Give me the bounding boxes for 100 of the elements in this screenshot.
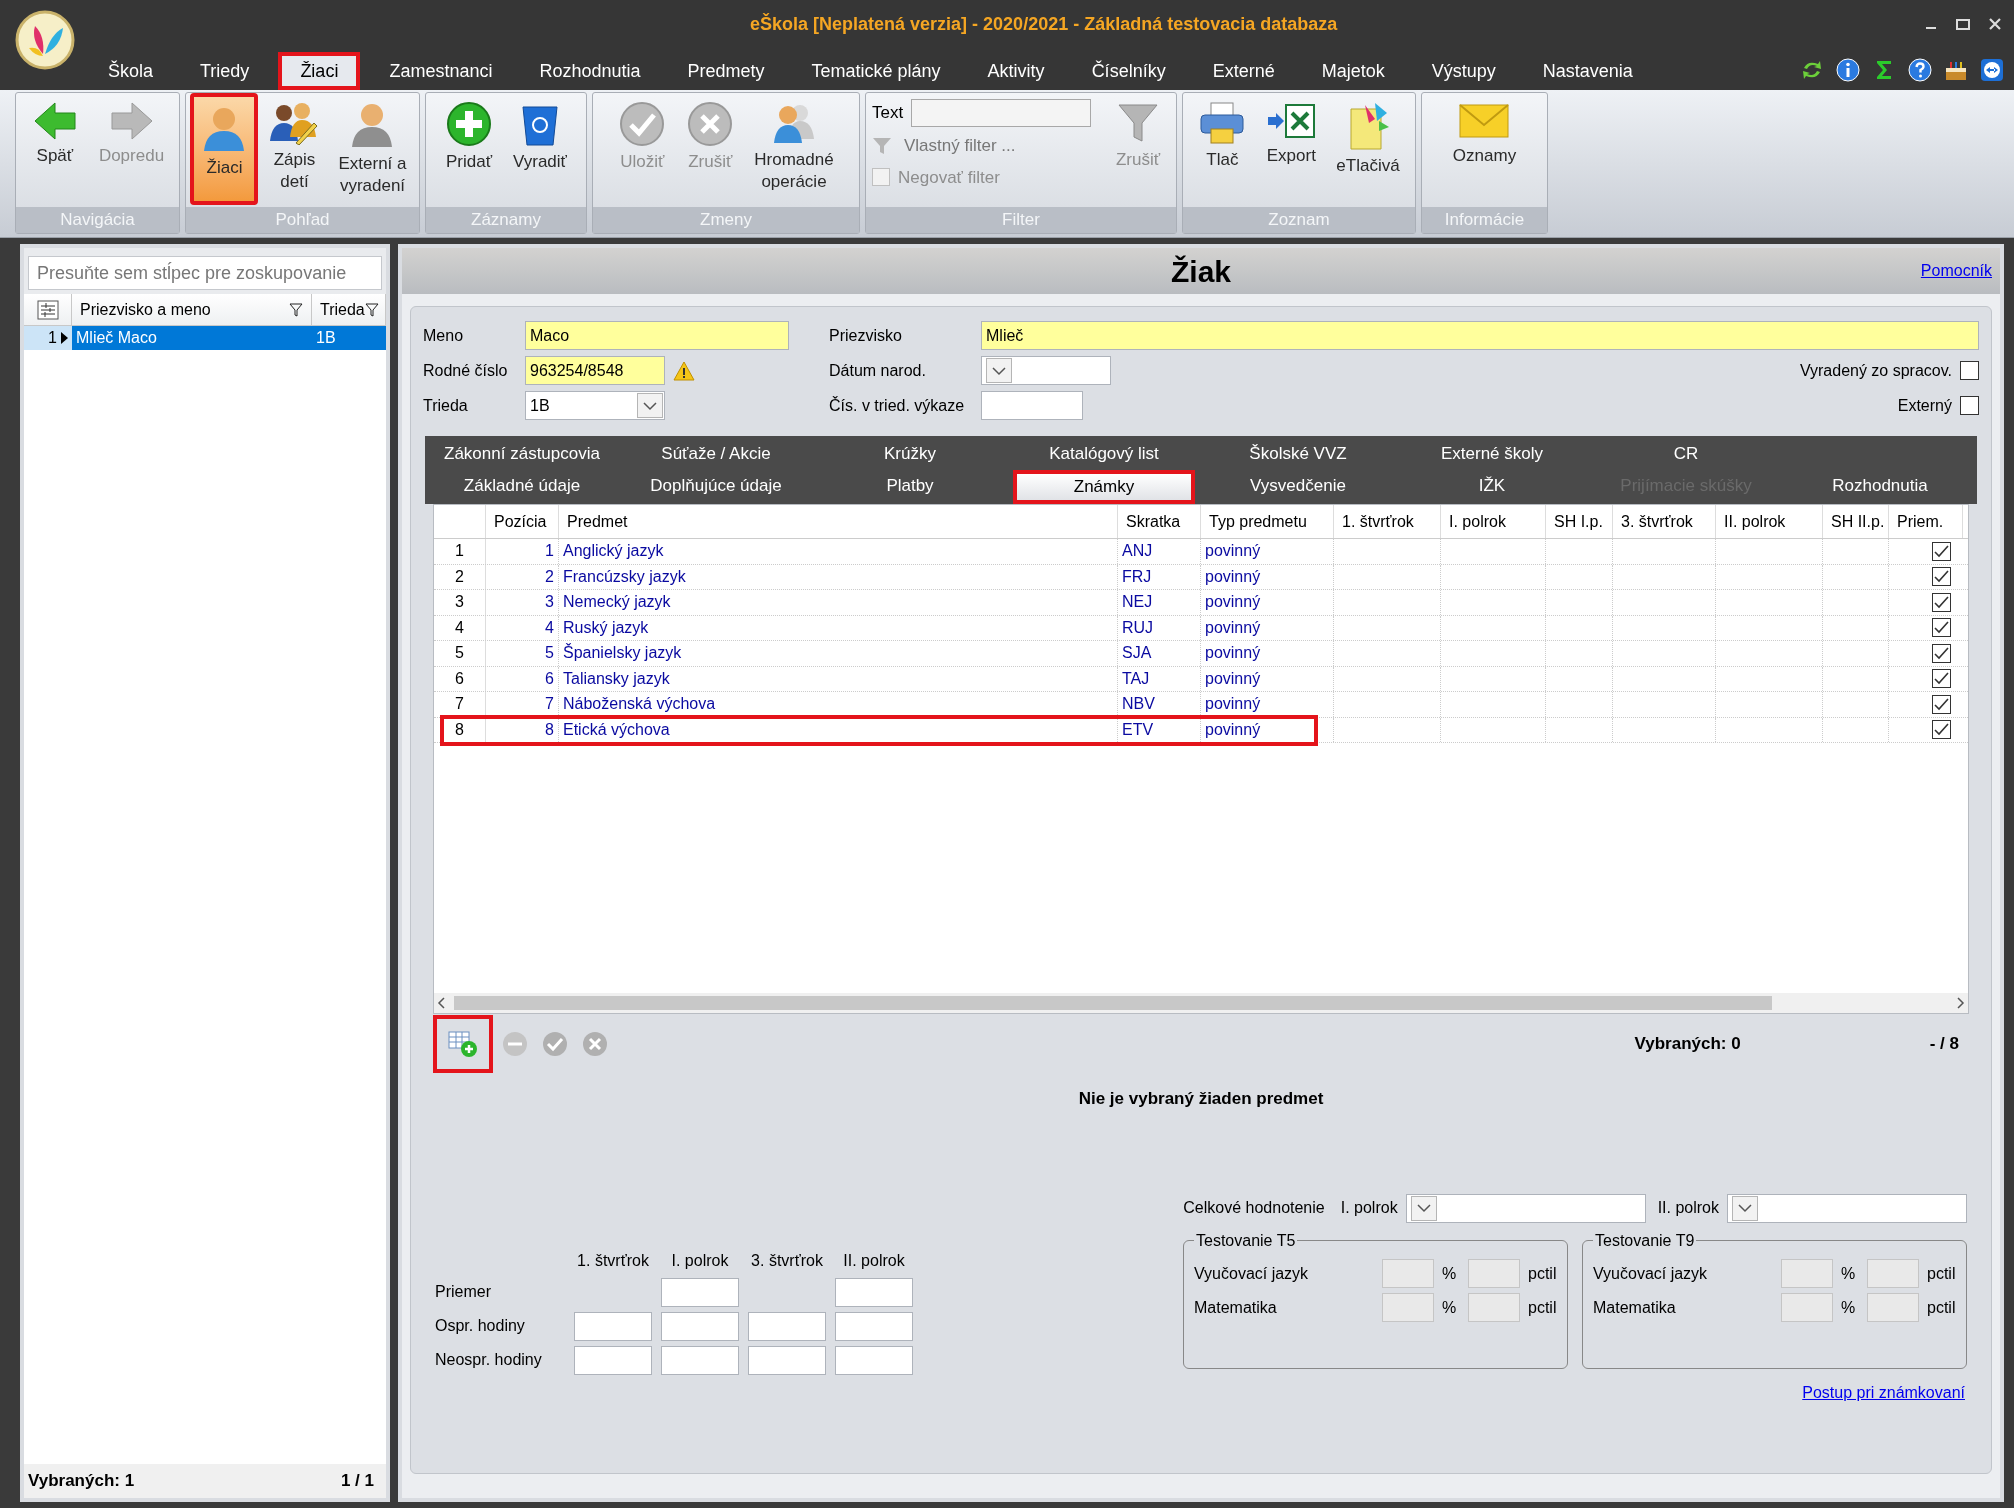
- menu-tab[interactable]: Žiaci: [278, 52, 361, 90]
- ribbon-button[interactable]: Hromadné operácie: [746, 93, 842, 205]
- tab[interactable]: Rozhodnutia: [1783, 468, 1977, 504]
- checkbox[interactable]: [1960, 396, 1979, 415]
- menu-tab[interactable]: Externé: [1194, 52, 1293, 90]
- column-header[interactable]: Trieda: [312, 294, 386, 325]
- attendance-field[interactable]: [574, 1345, 652, 1375]
- birth-date-field[interactable]: [981, 356, 1111, 385]
- column-header[interactable]: Priezvisko a meno: [72, 294, 312, 325]
- ribbon-button[interactable]: Pridať: [437, 93, 502, 205]
- checkbox[interactable]: [1932, 694, 1951, 714]
- checkbox[interactable]: [1932, 541, 1951, 561]
- procedure-link[interactable]: Postup pri známkovaní: [1802, 1380, 1965, 1405]
- menu-tab[interactable]: Rozhodnutia: [521, 52, 659, 90]
- column-header[interactable]: Priem.: [1889, 505, 1963, 538]
- column-chooser-icon[interactable]: [36, 299, 59, 320]
- ribbon-button[interactable]: Oznamy: [1444, 93, 1525, 205]
- filter-icon[interactable]: [364, 302, 379, 317]
- filter-icon[interactable]: [289, 302, 303, 317]
- ribbon-button[interactable]: Späť: [22, 93, 87, 205]
- tab[interactable]: Doplňujúce údaje: [619, 468, 813, 504]
- tab[interactable]: Známky: [1013, 470, 1195, 504]
- checkbox[interactable]: [1932, 592, 1951, 612]
- table-cell: ETV: [1118, 717, 1201, 742]
- help-link[interactable]: Pomocník: [1920, 259, 1992, 283]
- tab[interactable]: Súťaže / Akcie: [619, 440, 813, 468]
- ribbon-button[interactable]: Vyradiť: [505, 93, 575, 205]
- student-name-cell[interactable]: Mlieč Maco: [72, 326, 312, 350]
- tab[interactable]: Katalógový list: [1007, 440, 1201, 468]
- birth-number-field[interactable]: 963254/8548: [525, 356, 665, 385]
- menu-tab[interactable]: Triedy: [182, 52, 268, 90]
- tab[interactable]: IŽK: [1395, 468, 1589, 504]
- checkbox[interactable]: [1932, 720, 1951, 740]
- attendance-field[interactable]: [661, 1277, 739, 1307]
- attendance-field[interactable]: [661, 1345, 739, 1375]
- menu-tab[interactable]: Tematické plány: [793, 52, 959, 90]
- negate-filter-checkbox[interactable]: [872, 168, 890, 187]
- attendance-field[interactable]: [748, 1311, 826, 1341]
- column-header[interactable]: 1. štvrťrok: [1334, 505, 1441, 538]
- checkbox[interactable]: [1932, 643, 1951, 663]
- first-name-field[interactable]: Maco: [525, 321, 789, 350]
- checkbox[interactable]: [1932, 567, 1951, 587]
- ribbon-button[interactable]: eTlačivá: [1328, 93, 1408, 205]
- ribbon-button[interactable]: Externí a vyradení: [330, 93, 415, 205]
- table-cell: 6: [486, 666, 559, 691]
- checkbox[interactable]: [1932, 669, 1951, 689]
- maximize-icon[interactable]: [1956, 17, 1970, 31]
- tab[interactable]: Základné údaje: [425, 468, 619, 504]
- column-header[interactable]: Predmet: [559, 505, 1118, 538]
- add-row-button[interactable]: [433, 1015, 493, 1073]
- remote-support-icon[interactable]: [1980, 58, 2004, 82]
- attendance-field[interactable]: [748, 1345, 826, 1375]
- info-icon[interactable]: [1836, 58, 1860, 82]
- register-number-field[interactable]: [981, 391, 1083, 420]
- checkbox[interactable]: [1960, 361, 1979, 380]
- column-header[interactable]: I. polrok: [1441, 505, 1546, 538]
- tab[interactable]: Krúžky: [813, 440, 1007, 468]
- menu-tab[interactable]: Škola: [90, 52, 172, 90]
- class-dropdown[interactable]: 1B: [525, 391, 665, 420]
- menu-tab[interactable]: Číselníky: [1073, 52, 1184, 90]
- menu-tab[interactable]: Zamestnanci: [371, 52, 511, 90]
- tab[interactable]: CR: [1589, 440, 1783, 468]
- close-icon[interactable]: [1988, 17, 2002, 31]
- help-icon[interactable]: [1908, 58, 1932, 82]
- tab[interactable]: Vysvedčenie: [1201, 468, 1395, 504]
- column-header[interactable]: Typ predmetu: [1201, 505, 1334, 538]
- ribbon-button[interactable]: Tlač: [1190, 93, 1255, 205]
- scrollbar-thumb[interactable]: [454, 996, 1772, 1010]
- menu-tab[interactable]: Majetok: [1303, 52, 1403, 90]
- column-header[interactable]: SH II.p.: [1823, 505, 1889, 538]
- attendance-field[interactable]: [835, 1345, 913, 1375]
- last-name-field[interactable]: Mlieč: [981, 321, 1979, 350]
- ribbon-button[interactable]: Zápis detí: [262, 93, 327, 205]
- attendance-field[interactable]: [574, 1311, 652, 1341]
- tab[interactable]: Platby: [813, 468, 1007, 504]
- tab[interactable]: Školské VVZ: [1201, 440, 1395, 468]
- menu-tab[interactable]: Aktivity: [969, 52, 1063, 90]
- column-header[interactable]: Pozícia: [486, 505, 559, 538]
- custom-filter-link[interactable]: Vlastný filter ...: [904, 133, 1016, 159]
- attendance-field[interactable]: [661, 1311, 739, 1341]
- column-header[interactable]: 3. štvrťrok: [1613, 505, 1716, 538]
- ribbon-button[interactable]: Žiaci: [190, 93, 259, 205]
- attendance-field[interactable]: [835, 1311, 913, 1341]
- table-cell: povinný: [1201, 717, 1334, 742]
- column-header[interactable]: Skratka: [1118, 505, 1201, 538]
- class-cell[interactable]: 1B: [312, 326, 386, 350]
- app-logo-icon[interactable]: [15, 10, 75, 70]
- table-cell: Nemecký jazyk: [559, 590, 1118, 615]
- ribbon-button[interactable]: Export: [1258, 93, 1325, 205]
- attendance-field[interactable]: [835, 1277, 913, 1307]
- filter-text-field[interactable]: [911, 99, 1092, 127]
- menu-tab[interactable]: Nastavenia: [1524, 52, 1651, 90]
- checkbox[interactable]: [1932, 618, 1951, 638]
- menu-tab[interactable]: Predmety: [669, 52, 783, 90]
- tab[interactable]: Externé školy: [1395, 440, 1589, 468]
- column-header[interactable]: II. polrok: [1716, 505, 1823, 538]
- menu-tab[interactable]: Výstupy: [1413, 52, 1514, 90]
- tab[interactable]: Zákonní zástupcovia: [425, 440, 619, 468]
- column-header[interactable]: SH I.p.: [1546, 505, 1613, 538]
- percent-field: [1382, 1259, 1434, 1288]
